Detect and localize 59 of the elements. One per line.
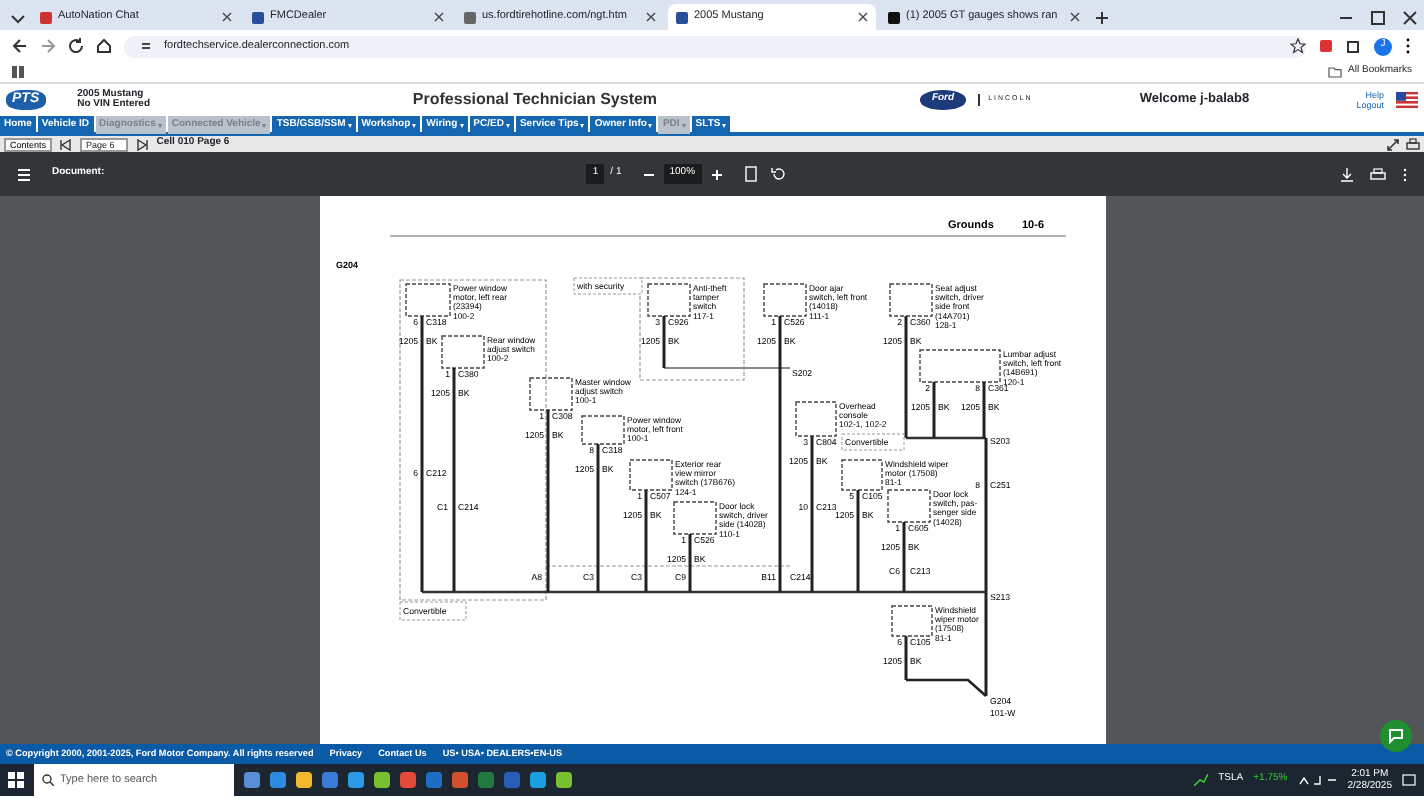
tab-favicon-icon (40, 11, 52, 23)
component-box (580, 415, 624, 445)
chat-icon[interactable] (1388, 728, 1404, 744)
wire (643, 490, 647, 592)
folder-icon[interactable] (1328, 66, 1343, 78)
component-box (528, 377, 572, 411)
tab-favicon-icon (464, 11, 476, 23)
component-box (840, 459, 882, 491)
chat-button[interactable] (1380, 720, 1412, 752)
more-icon[interactable] (1404, 38, 1412, 54)
component-box (672, 501, 716, 535)
print-icon[interactable] (1406, 137, 1420, 151)
component-box (646, 283, 690, 317)
component-box (404, 283, 450, 317)
notification-icon[interactable] (1402, 773, 1416, 787)
wire (901, 522, 905, 592)
close-icon[interactable] (434, 12, 444, 22)
close-icon[interactable] (222, 12, 232, 22)
apps-icon[interactable] (12, 66, 24, 78)
wire (855, 490, 859, 592)
previous-page-icon[interactable] (58, 137, 75, 151)
print-icon[interactable] (1370, 167, 1386, 181)
more-icon[interactable] (1402, 167, 1408, 181)
stock-chart-icon (1194, 774, 1209, 786)
expand-icon[interactable] (1386, 137, 1400, 151)
zoom-in-icon[interactable] (709, 167, 724, 181)
back-icon[interactable] (12, 38, 28, 54)
site-info-icon[interactable] (140, 40, 152, 52)
close-icon[interactable] (858, 12, 868, 22)
flag-icon (1396, 92, 1418, 108)
star-icon[interactable] (1290, 38, 1306, 54)
component-box (918, 349, 1000, 383)
component-box (886, 489, 930, 523)
rotate-icon[interactable] (769, 166, 786, 182)
component-box (440, 335, 484, 369)
dashed-region (638, 277, 744, 381)
fit-page-icon[interactable] (743, 166, 758, 182)
close-icon[interactable] (1070, 12, 1080, 22)
home-icon[interactable] (96, 38, 112, 54)
new-tab-icon[interactable] (1092, 6, 1112, 30)
reload-icon[interactable] (68, 38, 84, 54)
forward-icon[interactable] (40, 38, 56, 54)
component-box (794, 401, 836, 437)
extension-icon[interactable] (1318, 38, 1334, 54)
component-box (888, 283, 932, 317)
component-box (628, 459, 672, 491)
download-icon[interactable] (1340, 167, 1354, 181)
component-box (762, 283, 806, 317)
tab-favicon-icon (676, 11, 688, 23)
start-icon[interactable] (8, 772, 24, 788)
next-page-icon[interactable] (134, 137, 151, 151)
app-title: Professional Technician System (410, 88, 660, 112)
wire (687, 534, 691, 592)
menu-icon[interactable] (16, 167, 32, 181)
tab-favicon-icon (252, 11, 264, 23)
close-icon[interactable] (646, 12, 656, 22)
search-icon (42, 774, 54, 786)
tab-favicon-icon (888, 11, 900, 23)
component-box (890, 605, 932, 637)
